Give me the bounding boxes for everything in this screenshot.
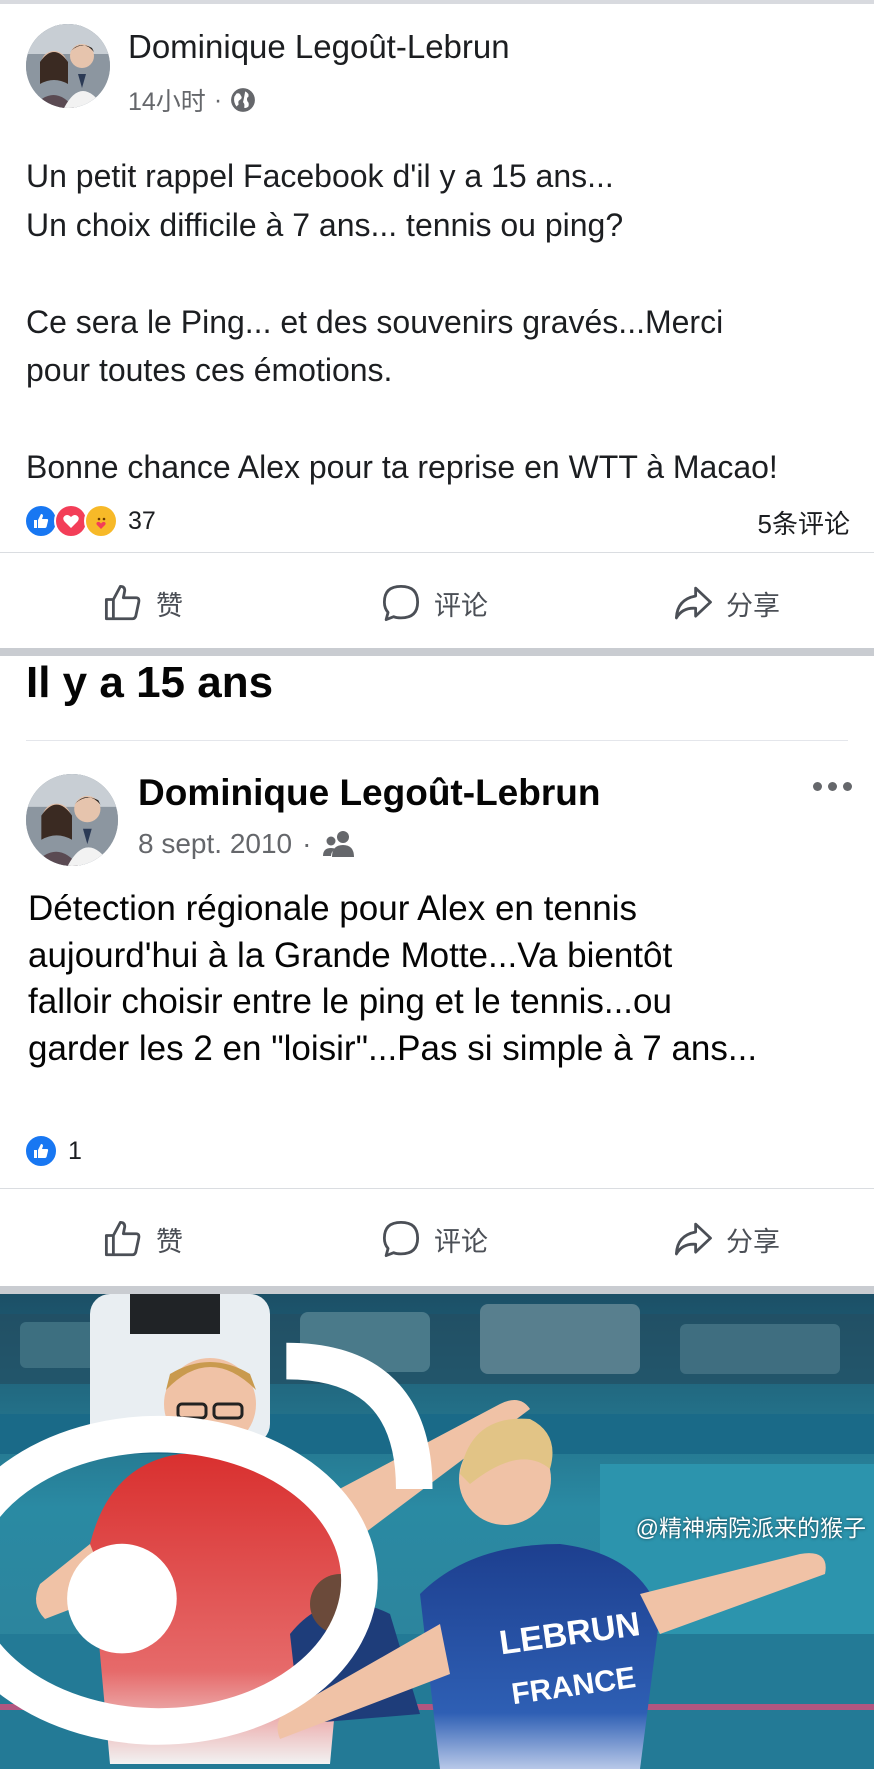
like-button[interactable]: 赞 — [102, 1194, 183, 1284]
section-separator — [0, 648, 874, 656]
action-bar: 赞 评论 分享 — [0, 1194, 874, 1284]
like-label: 赞 — [156, 1226, 183, 1257]
like-label: 赞 — [156, 590, 183, 621]
friends-audience-icon — [323, 831, 355, 857]
avatar-photo-icon — [26, 774, 118, 866]
author-name[interactable]: Dominique Legoût-Lebrun — [138, 772, 600, 814]
post-meta: 14小时 · — [128, 82, 256, 118]
more-options-button[interactable] — [813, 782, 852, 791]
author-avatar[interactable] — [26, 774, 118, 866]
dot-icon — [813, 782, 822, 791]
post-line: Un petit rappel Facebook d'il y a 15 ans… — [26, 158, 614, 194]
share-label: 分享 — [726, 590, 780, 621]
globe-icon — [231, 88, 256, 112]
dot-icon — [828, 782, 837, 791]
reaction-count: 37 — [128, 506, 156, 535]
comment-button[interactable]: 评论 — [380, 558, 488, 648]
love-reaction-icon — [54, 504, 88, 538]
post-date[interactable]: 8 sept. 2010 — [138, 828, 292, 860]
like-button[interactable]: 赞 — [102, 558, 183, 648]
author-avatar[interactable] — [26, 24, 110, 108]
share-arrow-icon — [674, 1222, 712, 1256]
post-line: Un choix difficile à 7 ans... tennis ou … — [26, 206, 624, 243]
reaction-count: 1 — [68, 1136, 82, 1165]
care-reaction-icon — [84, 504, 118, 538]
watermark-text: @精神病院派来的猴子 — [635, 1514, 866, 1541]
share-button[interactable]: 分享 — [672, 1194, 780, 1284]
memory-body: Détection régionale pour Alex en tennis … — [28, 886, 868, 1072]
post-recent: Dominique Legoût-Lebrun 14小时 · Un petit … — [0, 4, 874, 648]
comment-label: 评论 — [434, 590, 488, 621]
post-line: pour toutes ces émotions. — [26, 352, 393, 388]
comment-label: 评论 — [434, 1226, 488, 1257]
action-bar: 赞 评论 分享 — [0, 558, 874, 648]
reaction-summary[interactable]: 37 — [24, 504, 156, 538]
meta-separator: · — [213, 85, 223, 114]
share-label: 分享 — [726, 1226, 780, 1257]
divider — [26, 740, 848, 741]
memory-line: garder les 2 en "loisir"...Pas si simple… — [28, 1028, 758, 1068]
section-separator — [0, 1286, 874, 1294]
memory-line: Détection régionale pour Alex en tennis — [28, 889, 638, 928]
divider — [0, 552, 874, 553]
share-arrow-icon — [674, 586, 712, 620]
thumbs-up-icon — [104, 1220, 141, 1257]
divider — [0, 1188, 874, 1189]
thumbs-up-icon — [104, 584, 141, 621]
author-name[interactable]: Dominique Legoût-Lebrun — [128, 28, 510, 66]
avatar-photo-icon — [26, 24, 110, 108]
share-button[interactable]: 分享 — [672, 558, 780, 648]
celebration-photo[interactable]: LEBRUN FRANCE @精神病院派来的猴子 — [0, 1294, 874, 1769]
meta-separator: · — [302, 828, 312, 859]
post-line: Ce sera le Ping... et des souvenirs grav… — [26, 303, 724, 340]
comment-bubble-icon — [382, 1220, 420, 1258]
memory-line: aujourd'hui à la Grande Motte...Va bient… — [28, 935, 673, 975]
memory-line: falloir choisir entre le ping et le tenn… — [28, 982, 672, 1021]
comment-button[interactable]: 评论 — [380, 1194, 488, 1284]
post-body: Un petit rappel Facebook d'il y a 15 ans… — [26, 152, 866, 492]
comment-bubble-icon — [382, 584, 420, 622]
post-meta: 8 sept. 2010 · — [138, 828, 357, 860]
like-reaction-icon — [24, 1134, 58, 1168]
memory-title: Il y a 15 ans — [26, 658, 274, 707]
post-time[interactable]: 14小时 — [128, 82, 206, 118]
weibo-watermark: @精神病院派来的猴子 — [0, 1294, 866, 1763]
reaction-summary[interactable]: 1 — [24, 1134, 82, 1168]
post-line: Bonne chance Alex pour ta reprise en WTT… — [26, 449, 778, 485]
like-reaction-icon — [24, 504, 58, 538]
weibo-logo-icon — [0, 1342, 433, 1745]
memory-section: Il y a 15 ans Dominique Legoût-Lebrun 8 … — [0, 656, 874, 1286]
comments-count[interactable]: 5条评论 — [758, 504, 850, 541]
dot-icon — [843, 782, 852, 791]
